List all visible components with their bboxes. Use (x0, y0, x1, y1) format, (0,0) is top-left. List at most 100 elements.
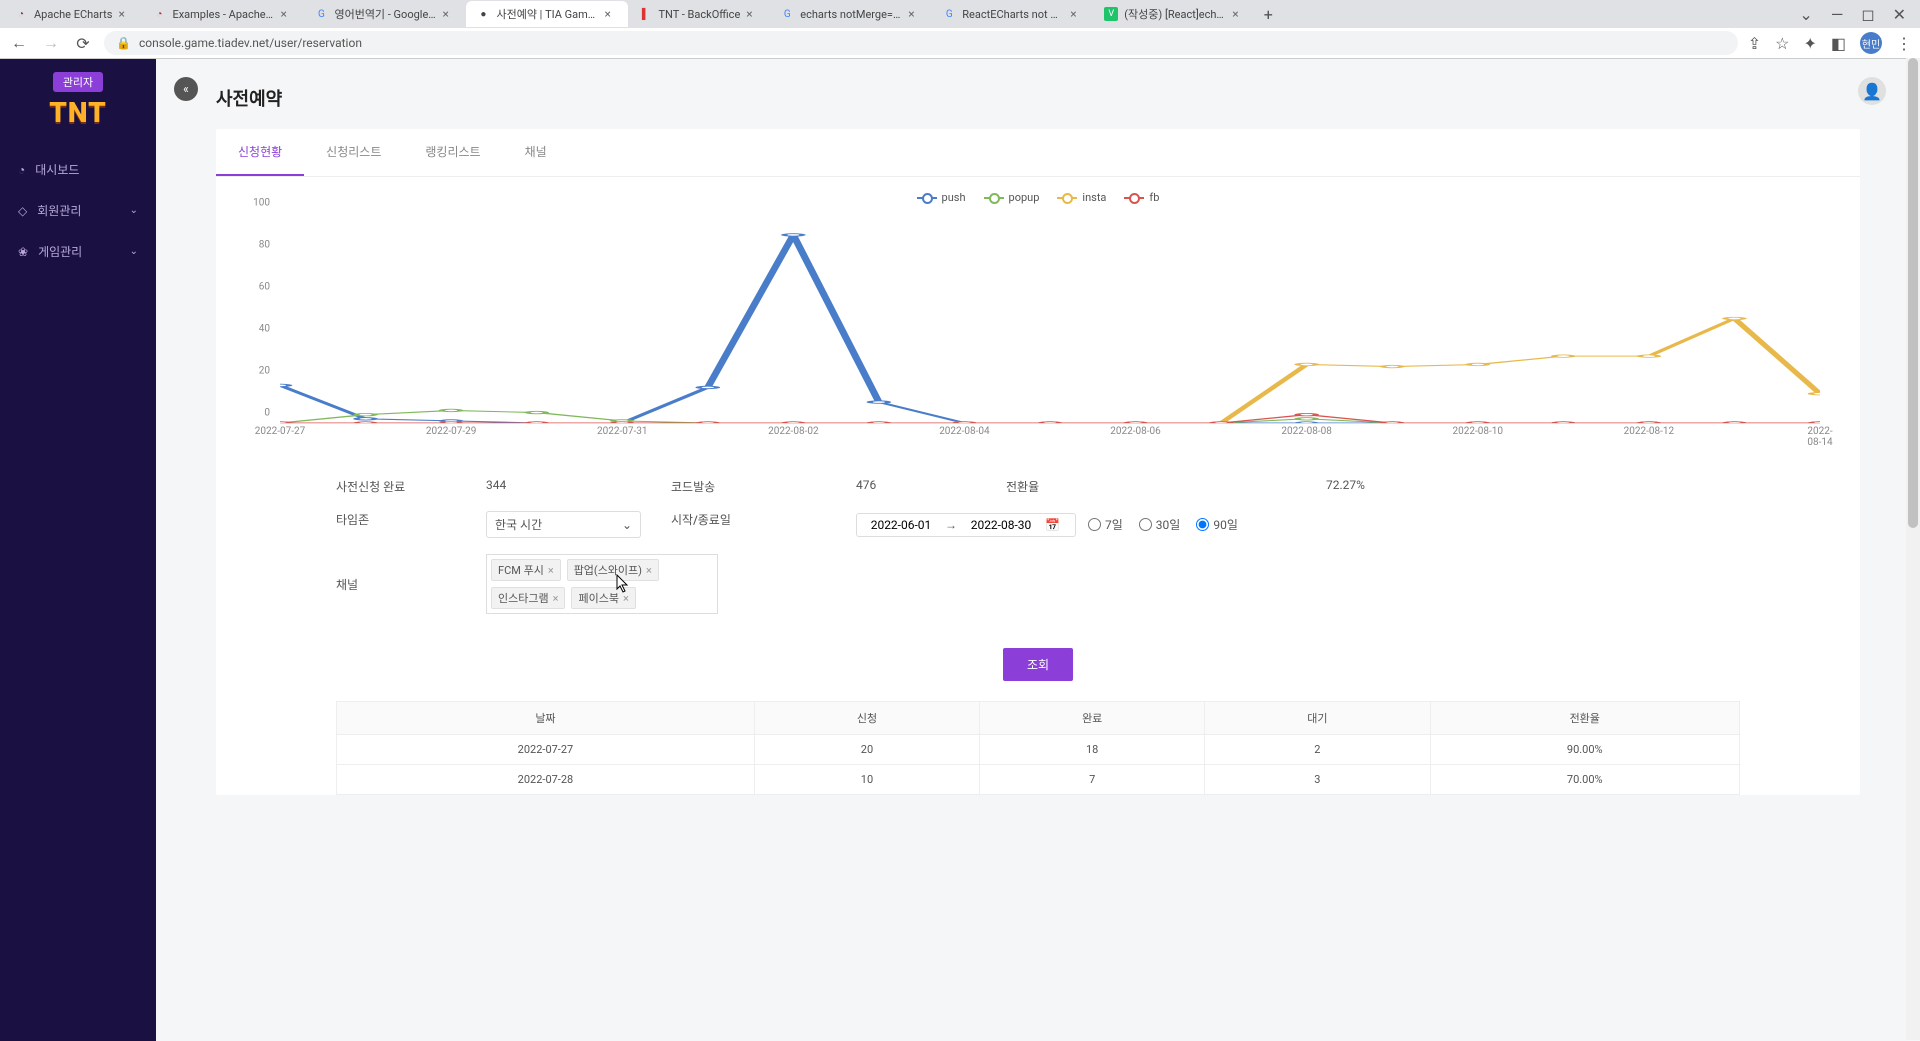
search-button[interactable]: 조회 (1003, 648, 1073, 681)
back-button[interactable]: ← (8, 32, 30, 54)
tag-remove-icon[interactable]: × (548, 564, 554, 577)
browser-tab[interactable]: V(작성중) [React]echarts H× (1094, 1, 1256, 27)
dropdown-icon[interactable]: ⌄ (1799, 5, 1812, 24)
user-menu-button[interactable]: 👤 (1858, 77, 1886, 105)
tag-facebook: 페이스북 × (571, 587, 635, 609)
close-icon[interactable]: × (280, 7, 294, 21)
scrollbar[interactable] (1906, 58, 1920, 1040)
minimize-icon[interactable]: — (1831, 5, 1844, 24)
tag-remove-icon[interactable]: × (623, 592, 629, 605)
sidebar: 관리자 TNT ◔대시보드 ◇회원관리⌄ ❀게임관리⌄ (0, 59, 156, 1041)
chart-container: push popup insta fb 020406080100 2022-07… (216, 177, 1860, 450)
channel-tag-select[interactable]: FCM 푸시× 팝업(스와이프)× 인스타그램× 페이스북× (486, 554, 718, 614)
star-icon[interactable]: ☆ (1775, 34, 1789, 53)
close-icon[interactable]: × (1070, 7, 1084, 21)
radio-90d[interactable]: 90일 (1196, 516, 1238, 533)
close-icon[interactable]: × (604, 7, 618, 21)
legend-marker-icon (1124, 197, 1144, 199)
calendar-icon: 📅 (1045, 518, 1060, 532)
browser-tab[interactable]: Gecharts notMerge={true}× (770, 1, 932, 27)
url-input[interactable]: 🔒 console.game.tiadev.net/user/reservati… (104, 31, 1738, 55)
reload-button[interactable]: ⟳ (72, 32, 94, 54)
tab-channel[interactable]: 채널 (503, 129, 569, 176)
favicon-icon: ◔ (152, 7, 166, 21)
plot-area (280, 214, 1820, 424)
close-icon[interactable]: × (746, 7, 760, 21)
table-cell: 2022-07-27 (337, 735, 755, 765)
sidebar-item-games[interactable]: ❀게임관리⌄ (0, 231, 156, 272)
lock-icon: 🔒 (116, 36, 131, 50)
timezone-select[interactable]: 한국 시간⌄ (486, 511, 641, 538)
browser-tab[interactable]: ◔Apache ECharts× (4, 1, 142, 27)
kebab-menu-icon[interactable]: ⋮ (1896, 34, 1912, 53)
line-chart[interactable]: 020406080100 2022-07-272022-07-292022-07… (246, 214, 1830, 444)
chevron-down-icon: ⌄ (130, 246, 138, 257)
tab-apply-list[interactable]: 신청리스트 (304, 129, 403, 176)
radio-30d[interactable]: 30일 (1139, 516, 1181, 533)
tab-ranking-list[interactable]: 랭킹리스트 (403, 129, 502, 176)
forward-button[interactable]: → (40, 32, 62, 54)
window-controls: ⌄ — ◻ ✕ (1799, 5, 1916, 24)
x-tick: 2022-07-29 (426, 426, 477, 437)
sidebar-item-members[interactable]: ◇회원관리⌄ (0, 190, 156, 231)
date-to-input[interactable] (965, 518, 1037, 532)
table-cell: 20 (754, 735, 979, 765)
table-header: 대기 (1205, 702, 1430, 735)
sidebar-item-dashboard[interactable]: ◔대시보드 (0, 149, 156, 190)
filter-panel: 사전신청 완료 344 코드발송 476 전환율 72.27% 타임존 한국 시… (216, 450, 1860, 622)
table-header: 날짜 (337, 702, 755, 735)
browser-tab[interactable]: ▌TNT - BackOffice× (628, 1, 770, 27)
tab-title: echarts notMerge={true} (800, 8, 902, 21)
favicon-icon: G (314, 7, 328, 21)
tab-status[interactable]: 신청현황 (216, 129, 304, 176)
close-icon[interactable]: × (908, 7, 922, 21)
legend-marker-icon (917, 197, 937, 199)
x-tick: 2022-08-14 (1807, 426, 1832, 448)
profile-avatar[interactable]: 현민 (1860, 32, 1882, 54)
close-icon[interactable]: × (1232, 7, 1246, 21)
chevron-down-icon: ⌄ (622, 518, 632, 532)
close-icon[interactable]: × (118, 7, 132, 21)
radio-label: 30일 (1156, 516, 1181, 533)
legend-label: push (942, 191, 966, 204)
channel-label: 채널 (336, 568, 486, 601)
legend-item-fb[interactable]: fb (1124, 191, 1159, 204)
sidebar-item-label: 대시보드 (35, 161, 79, 178)
period-radio-group: 7일 30일 90일 (1088, 516, 1238, 533)
legend-label: fb (1149, 191, 1159, 204)
browser-tab[interactable]: GReactECharts not Merge× (932, 1, 1094, 27)
extension-icon[interactable]: ✦ (1803, 34, 1816, 53)
close-window-icon[interactable]: ✕ (1893, 5, 1906, 24)
radio-7d[interactable]: 7일 (1088, 516, 1123, 533)
y-tick: 80 (259, 240, 270, 251)
legend-item-insta[interactable]: insta (1057, 191, 1106, 204)
table-cell: 3 (1205, 765, 1430, 795)
legend-item-popup[interactable]: popup (984, 191, 1040, 204)
close-icon[interactable]: × (442, 7, 456, 21)
sidebar-item-label: 게임관리 (38, 243, 82, 260)
tag-label: 페이스북 (578, 590, 618, 606)
chart-legend: push popup insta fb (246, 191, 1830, 204)
share-icon[interactable]: ⇪ (1748, 34, 1761, 53)
scrollbar-thumb[interactable] (1908, 58, 1918, 528)
extensions-menu-icon[interactable]: ◧ (1831, 34, 1846, 53)
table-cell: 18 (980, 735, 1205, 765)
address-bar: ← → ⟳ 🔒 console.game.tiadev.net/user/res… (0, 28, 1920, 58)
tag-remove-icon[interactable]: × (553, 592, 559, 605)
maximize-icon[interactable]: ◻ (1861, 5, 1874, 24)
browser-tab[interactable]: ◔Examples - Apache ECh…× (142, 1, 304, 27)
date-range-picker[interactable]: → 📅 (856, 513, 1076, 537)
x-tick: 2022-08-12 (1624, 426, 1675, 437)
browser-tab-active[interactable]: ●사전예약 | TIA Game Ma…× (466, 1, 628, 27)
legend-item-push[interactable]: push (917, 191, 966, 204)
date-from-input[interactable] (865, 518, 937, 532)
table-cell: 2022-07-28 (337, 765, 755, 795)
new-tab-button[interactable]: + (1256, 2, 1280, 26)
x-tick: 2022-08-10 (1453, 426, 1504, 437)
collapse-sidebar-button[interactable]: « (174, 77, 198, 101)
content-tabs: 신청현황 신청리스트 랭킹리스트 채널 (216, 129, 1860, 177)
complete-label: 사전신청 완료 (336, 470, 486, 503)
tag-remove-icon[interactable]: × (646, 564, 652, 577)
browser-tab[interactable]: G영어번역기 - Google 검색× (304, 1, 466, 27)
sidebar-item-label: 회원관리 (37, 202, 81, 219)
